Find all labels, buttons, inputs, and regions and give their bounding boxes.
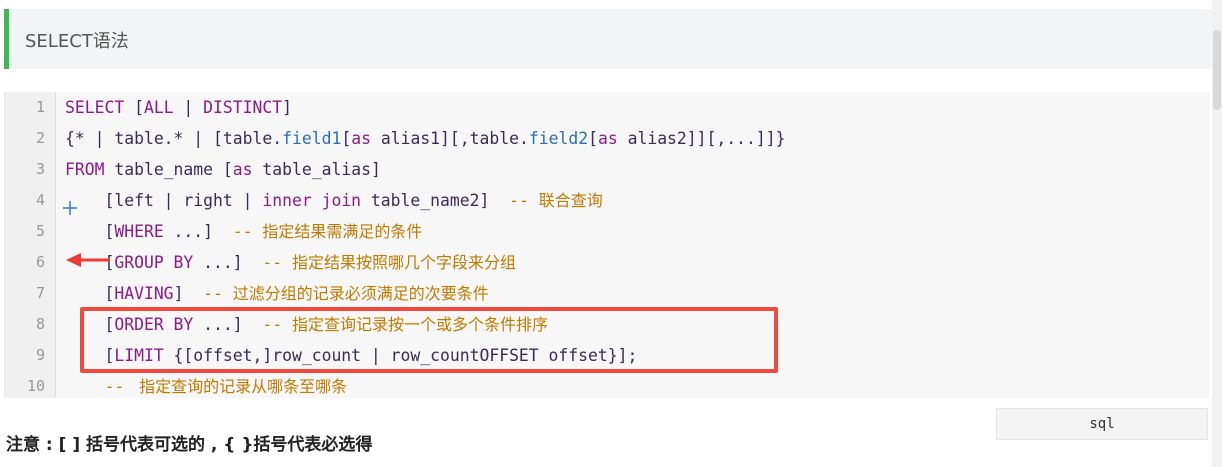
- line-number: 6: [35, 253, 45, 271]
- code-token: [: [588, 129, 598, 148]
- code-token: table_name2]: [361, 191, 510, 210]
- code-token: |: [173, 98, 204, 117]
- code-token: as: [232, 160, 253, 179]
- code-line: [HAVING] -- 过滤分组的记录必须满足的次要条件: [65, 278, 489, 309]
- code-token: HAVING: [114, 284, 174, 303]
- line-number: 10: [26, 377, 45, 395]
- code-token: ...]: [193, 253, 263, 272]
- code-token: [left | right |: [65, 191, 263, 210]
- code-language-badge: sql: [996, 408, 1208, 440]
- code-token: SELECT: [65, 98, 135, 117]
- code-line: [GROUP BY ...] -- 指定结果按照哪几个字段来分组: [65, 247, 516, 278]
- code-line: {* | table.* | [table.field1[as alias1][…: [65, 123, 785, 154]
- left-arrow-icon: [66, 253, 110, 267]
- code-line: -- 指定查询的记录从哪条至哪条: [65, 371, 347, 402]
- code-token: as: [597, 129, 618, 148]
- code-token: table: [469, 129, 519, 148]
- code-token: WHERE: [114, 222, 164, 241]
- code-token: field2: [528, 129, 589, 148]
- line-number: 1: [35, 98, 45, 116]
- code-token: as: [351, 129, 371, 148]
- code-token: alias2]][,...]]}: [617, 129, 786, 148]
- code-token: table_alias]: [252, 160, 381, 179]
- code-token: 联合查询: [538, 191, 603, 210]
- scrollbar[interactable]: [1212, 0, 1222, 467]
- line-number: 3: [35, 160, 45, 178]
- code-token: 指定结果需满足的条件: [262, 222, 423, 241]
- code-token: ALL: [143, 98, 174, 117]
- code-token: DISTINCT: [203, 98, 283, 117]
- code-token: --: [509, 191, 539, 210]
- code-token: table.*: [114, 129, 184, 148]
- code-token: | [: [183, 129, 223, 148]
- line-number: 7: [35, 284, 45, 302]
- code-token: --: [65, 377, 135, 396]
- section-title: SELECT语法: [25, 31, 129, 52]
- code-token: table: [222, 129, 273, 148]
- code-token: .: [272, 129, 283, 148]
- code-token: GROUP BY: [114, 253, 194, 272]
- code-token: .: [519, 129, 529, 148]
- code-token: field1: [282, 129, 342, 148]
- code-line: FROM table_name [as table_alias]: [65, 154, 381, 185]
- note-text: 注意 : [ ] 括号代表可选的 , { }括号代表必选得: [6, 435, 373, 455]
- scrollbar-thumb[interactable]: [1213, 30, 1221, 110]
- code-line: [left | right | inner join table_name2] …: [65, 185, 603, 216]
- code-token: ]: [173, 284, 204, 303]
- code-token: --: [232, 222, 263, 241]
- line-number: 4: [35, 191, 45, 209]
- code-line: SELECT [ALL | DISTINCT]: [65, 92, 292, 123]
- code-token: ]: [282, 98, 292, 117]
- code-token: [: [134, 98, 144, 117]
- code-token: [: [65, 222, 115, 241]
- section-header: SELECT语法: [4, 9, 1212, 69]
- code-token: 指定结果按照哪几个字段来分组: [291, 253, 516, 272]
- code-token: inner join: [262, 191, 362, 210]
- code-token: [: [65, 284, 115, 303]
- line-number: 9: [35, 346, 45, 364]
- line-number: 8: [35, 315, 45, 333]
- highlight-box: [80, 307, 778, 373]
- line-number: 5: [35, 222, 45, 240]
- code-token: --: [203, 284, 233, 303]
- code-token: [: [341, 129, 352, 148]
- code-token: table_name [: [104, 160, 233, 179]
- code-token: FROM: [65, 160, 105, 179]
- code-token: alias1][,: [370, 129, 470, 148]
- crosshair-cursor-icon: [63, 201, 77, 215]
- code-token: 指定查询的记录从哪条至哪条: [134, 377, 348, 396]
- line-number: 2: [35, 129, 45, 147]
- code-token: ...]: [163, 222, 233, 241]
- code-token: 过滤分组的记录必须满足的次要条件: [232, 284, 489, 303]
- code-line: [WHERE ...] -- 指定结果需满足的条件: [65, 216, 422, 247]
- code-token: --: [262, 253, 292, 272]
- code-token: {* |: [65, 129, 115, 148]
